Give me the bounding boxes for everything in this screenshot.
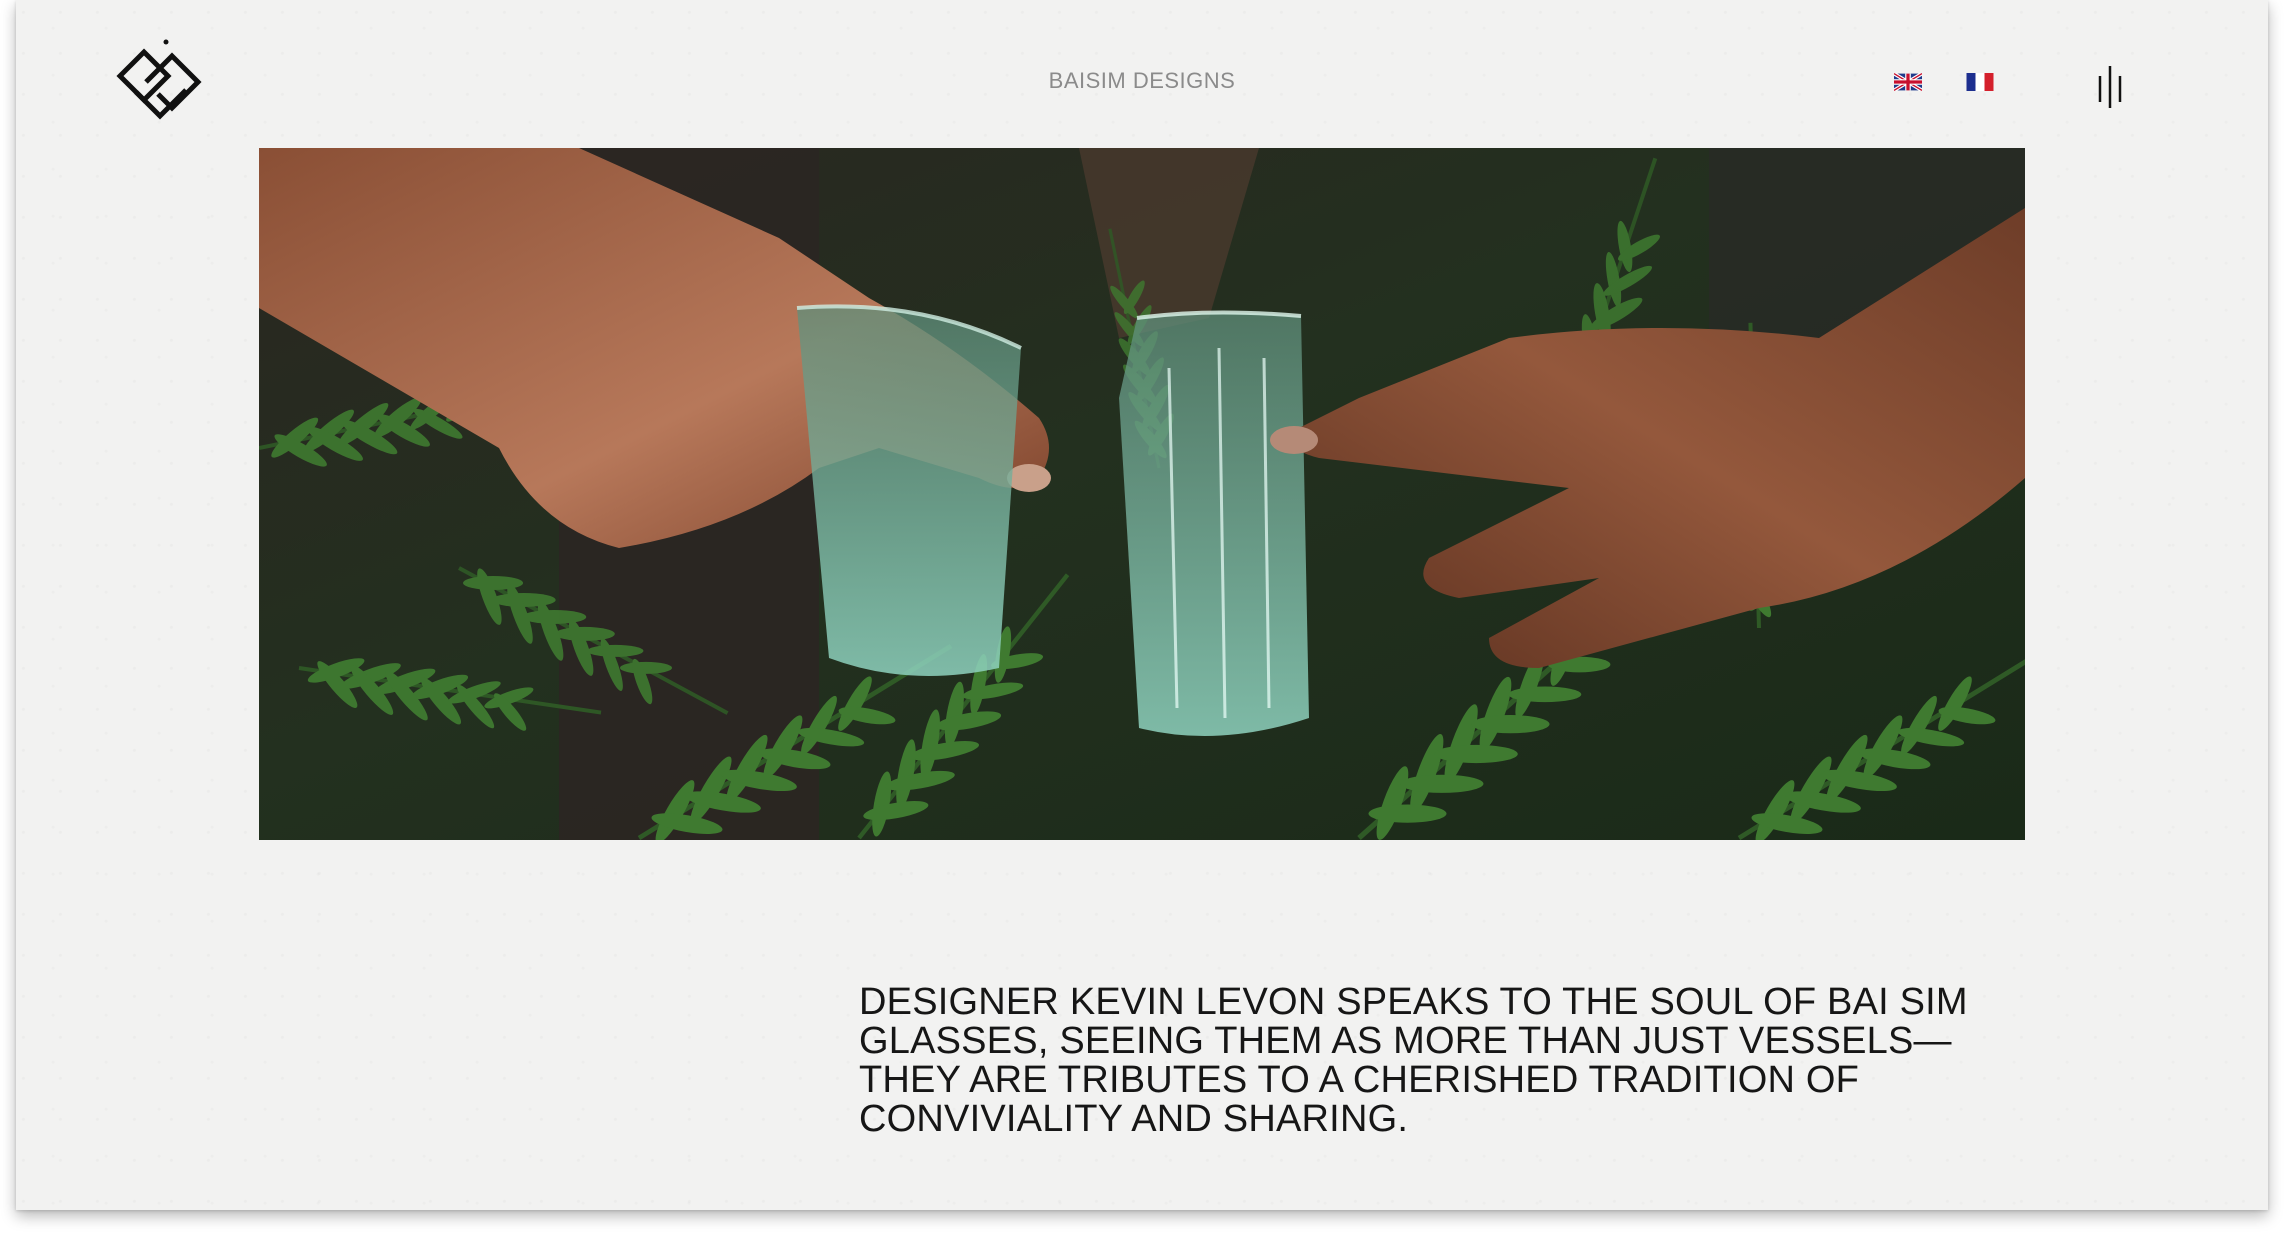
page-frame: BAISIM DESIGNS DESIGNER KEVIN LEVON SPEA…	[16, 0, 2268, 1210]
hands-toasting-glasses-image	[259, 148, 2025, 840]
france-flag-icon[interactable]	[1966, 73, 1994, 91]
intro-text: DESIGNER KEVIN LEVON SPEAKS TO THE SOUL …	[859, 981, 1968, 1140]
brand-name: BAISIM DESIGNS	[16, 68, 2268, 94]
brand-link[interactable]: BAISIM DESIGNS	[1049, 68, 1236, 93]
menu-bars-icon[interactable]	[2090, 62, 2130, 112]
uk-flag-icon[interactable]	[1893, 71, 1923, 93]
